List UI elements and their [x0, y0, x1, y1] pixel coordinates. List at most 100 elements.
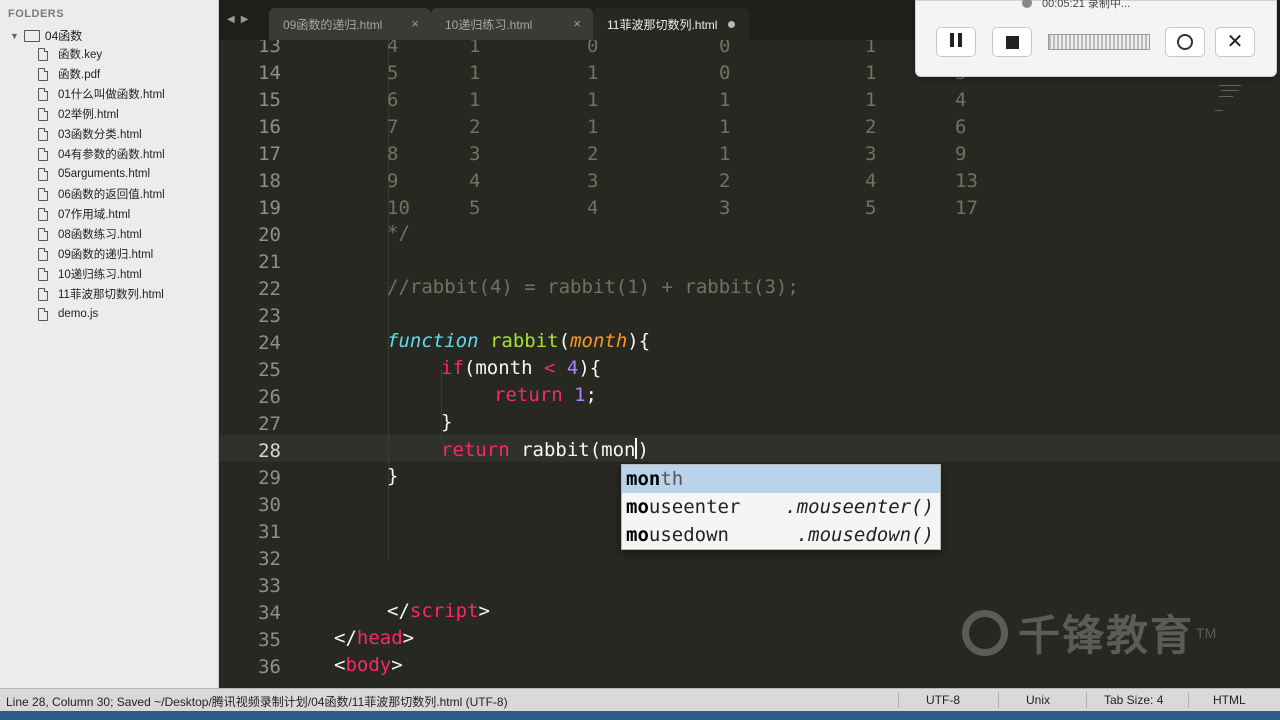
table-cell: 17: [955, 197, 978, 219]
file-item[interactable]: 06函数的返回值.html: [38, 184, 165, 204]
line-number: 24: [258, 332, 281, 354]
file-icon: [38, 247, 48, 261]
table-cell: 4: [955, 89, 967, 111]
table-cell: 5: [865, 197, 877, 219]
file-icon: [38, 187, 48, 201]
open-body-tag: <body>: [334, 654, 403, 676]
status-message: Line 28, Column 30; Saved ~/Desktop/腾讯视频…: [6, 695, 508, 709]
file-item[interactable]: 01什么叫做函数.html: [38, 84, 165, 104]
line-number: 32: [258, 548, 281, 570]
if-close-brace: }: [441, 411, 453, 433]
tab-nav-arrows-icon[interactable]: ◀▶: [227, 14, 254, 25]
close-script-tag: </script>: [387, 600, 490, 622]
unsaved-dot-icon[interactable]: [728, 21, 735, 28]
file-icon: [38, 67, 48, 81]
line-endings-selector[interactable]: Unix: [1026, 693, 1050, 707]
folder-label: 04函数: [44, 29, 83, 43]
file-item[interactable]: 09函数的递归.html: [38, 244, 165, 264]
table-cell: 10: [387, 197, 410, 219]
return-recursive: return rabbit(mon): [441, 438, 649, 461]
close-recorder-button[interactable]: ✕: [1215, 27, 1255, 57]
autocomplete-item-mouseenter[interactable]: mouseenter .mouseenter(): [622, 493, 940, 521]
tab-size-selector[interactable]: Tab Size: 4: [1104, 693, 1163, 707]
sidebar: FOLDERS ▼ 04函数 函数.key 函数.pdf 01什么叫做函数.ht…: [0, 0, 219, 688]
line-number: 17: [258, 143, 281, 165]
table-cell: 3: [865, 143, 877, 165]
table-cell: 5: [469, 197, 481, 219]
table-cell: 4: [387, 40, 399, 57]
line-number: 35: [258, 629, 281, 651]
if-statement: if(month < 4){: [441, 357, 602, 379]
line-number: 28: [258, 440, 281, 462]
close-icon[interactable]: ×: [411, 16, 419, 31]
table-cell: 1: [719, 116, 731, 138]
line-number: 31: [258, 521, 281, 543]
table-cell: 3: [719, 197, 731, 219]
close-icon: ✕: [1226, 31, 1244, 53]
tab-11-fibonacci[interactable]: 11菲波那切数列.html: [593, 8, 749, 40]
minimap-line: [1219, 85, 1241, 86]
table-cell: 1: [469, 62, 481, 84]
line-number: 22: [258, 278, 281, 300]
line-number: 19: [258, 197, 281, 219]
disclosure-triangle-icon[interactable]: ▼: [10, 31, 19, 41]
file-item[interactable]: 函数.key: [38, 44, 165, 64]
minimap-line: [1219, 96, 1233, 97]
file-icon: [38, 127, 48, 141]
table-cell: 5: [387, 62, 399, 84]
file-item[interactable]: 04有参数的函数.html: [38, 144, 165, 164]
table-cell: 4: [469, 170, 481, 192]
table-cell: 2: [865, 116, 877, 138]
folders-header: FOLDERS: [8, 8, 65, 20]
table-cell: 2: [587, 143, 599, 165]
autocomplete-item-mousedown[interactable]: mousedown .mousedown(): [622, 521, 940, 549]
stop-button[interactable]: [992, 27, 1032, 57]
file-item[interactable]: 05arguments.html: [38, 164, 165, 184]
table-cell: 6: [955, 116, 967, 138]
status-bar: Line 28, Column 30; Saved ~/Desktop/腾讯视频…: [0, 688, 1280, 712]
table-cell: 7: [387, 116, 399, 138]
file-item[interactable]: 11菲波那切数列.html: [38, 284, 165, 304]
table-cell: 1: [865, 62, 877, 84]
tab-10-recursion-practice[interactable]: 10递归练习.html ×: [431, 8, 593, 40]
file-icon: [38, 267, 48, 281]
line-number: 15: [258, 89, 281, 111]
folder-icon: [23, 29, 40, 42]
file-icon: [38, 147, 48, 161]
table-cell: 1: [469, 40, 481, 57]
file-item[interactable]: 函数.pdf: [38, 64, 165, 84]
autocomplete-item-month[interactable]: month: [622, 465, 940, 493]
file-item[interactable]: 03函数分类.html: [38, 124, 165, 144]
table-cell: 1: [587, 89, 599, 111]
syntax-selector[interactable]: HTML: [1213, 693, 1246, 707]
file-item[interactable]: 08函数练习.html: [38, 224, 165, 244]
file-icon: [38, 207, 48, 221]
folder-04-functions[interactable]: ▼ 04函数: [10, 27, 82, 44]
line-number: 18: [258, 170, 281, 192]
file-item[interactable]: 07作用域.html: [38, 204, 165, 224]
table-cell: 4: [865, 170, 877, 192]
dock-strip: [0, 711, 1280, 720]
pause-button[interactable]: [936, 27, 976, 57]
file-item[interactable]: 02举例.html: [38, 104, 165, 124]
code-editor[interactable]: 13 14 15 16 17 18 19 20 21 22 23 24 25 26 27 28 29 30 31 32…: [219, 40, 1280, 688]
stop-icon: [1005, 35, 1019, 49]
table-cell: 9: [387, 170, 399, 192]
camera-button[interactable]: [1165, 27, 1205, 57]
close-icon[interactable]: ×: [573, 16, 581, 31]
encoding-selector[interactable]: UTF-8: [926, 693, 960, 707]
file-icon: [38, 87, 48, 101]
table-cell: 8: [387, 143, 399, 165]
table-cell: 9: [955, 143, 967, 165]
pause-icon: [948, 33, 964, 52]
file-item[interactable]: demo.js: [38, 304, 165, 324]
watermark: 千锋教育 TM: [962, 602, 1216, 663]
recording-dot-icon: [1022, 0, 1032, 8]
file-list: 函数.key 函数.pdf 01什么叫做函数.html 02举例.html 03…: [38, 44, 165, 324]
file-item[interactable]: 10递归练习.html: [38, 264, 165, 284]
tab-09-recursion[interactable]: 09函数的递归.html ×: [269, 8, 431, 40]
return-one: return 1;: [494, 384, 597, 406]
line-number: 25: [258, 359, 281, 381]
line-number: 13: [258, 40, 281, 57]
audio-level-meter: [1048, 34, 1150, 50]
